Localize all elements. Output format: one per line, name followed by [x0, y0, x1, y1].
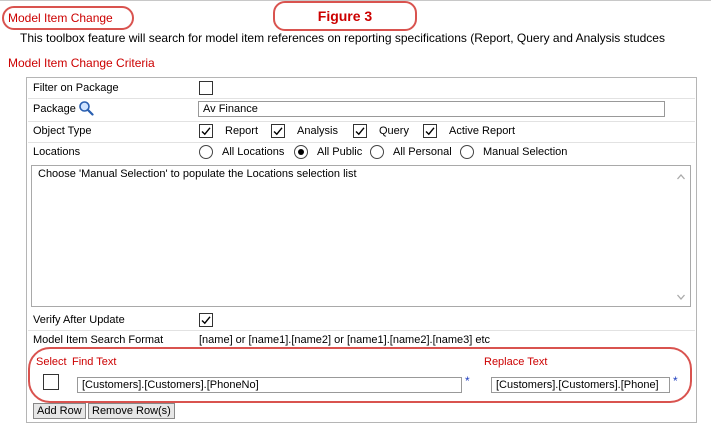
- all-public-label: All Public: [317, 146, 363, 158]
- filter-on-package-checkbox[interactable]: [199, 81, 213, 95]
- all-public-radio[interactable]: [294, 145, 308, 159]
- all-personal-label: All Personal: [393, 146, 452, 158]
- search-format-label: Model Item Search Format: [33, 334, 164, 346]
- query-label: Query: [379, 125, 409, 137]
- add-row-button[interactable]: Add Row: [33, 403, 86, 419]
- report-checkbox[interactable]: [199, 124, 213, 138]
- manual-selection-label: Manual Selection: [483, 146, 568, 158]
- find-replace-highlight-oval: [28, 347, 692, 403]
- manual-selection-radio[interactable]: [460, 145, 474, 159]
- all-personal-radio[interactable]: [370, 145, 384, 159]
- locations-label: Locations: [33, 146, 81, 158]
- row-divider: [28, 142, 695, 143]
- remove-rows-button[interactable]: Remove Row(s): [88, 403, 175, 419]
- analysis-checkbox[interactable]: [271, 124, 285, 138]
- all-locations-radio[interactable]: [199, 145, 213, 159]
- locations-list-hint: Choose 'Manual Selection' to populate th…: [38, 168, 357, 180]
- feature-description: This toolbox feature will search for mod…: [20, 31, 665, 45]
- row-divider: [28, 121, 695, 122]
- title-highlight-oval: [2, 6, 134, 30]
- row-divider: [28, 98, 695, 99]
- all-locations-label: All Locations: [222, 146, 285, 158]
- report-label: Report: [225, 125, 259, 137]
- analysis-label: Analysis: [297, 125, 338, 137]
- active-report-checkbox[interactable]: [423, 124, 437, 138]
- row-divider: [28, 330, 695, 331]
- package-input[interactable]: Av Finance: [198, 101, 665, 117]
- figure-label: Figure 3: [273, 1, 417, 31]
- active-report-label: Active Report: [449, 125, 516, 137]
- search-format-value: [name] or [name1].[name2] or [name1].[na…: [199, 334, 491, 346]
- package-label: Package: [33, 103, 76, 115]
- filter-on-package-label: Filter on Package: [33, 82, 119, 94]
- verify-after-update-label: Verify After Update: [33, 314, 125, 326]
- search-icon[interactable]: [78, 100, 94, 119]
- locations-list[interactable]: Choose 'Manual Selection' to populate th…: [31, 165, 691, 307]
- scroll-up-icon[interactable]: [676, 172, 686, 182]
- scroll-down-icon[interactable]: [676, 292, 686, 302]
- query-checkbox[interactable]: [353, 124, 367, 138]
- verify-after-update-checkbox[interactable]: [199, 313, 213, 327]
- criteria-title: Model Item Change Criteria: [8, 56, 155, 70]
- object-type-label: Object Type: [33, 125, 92, 137]
